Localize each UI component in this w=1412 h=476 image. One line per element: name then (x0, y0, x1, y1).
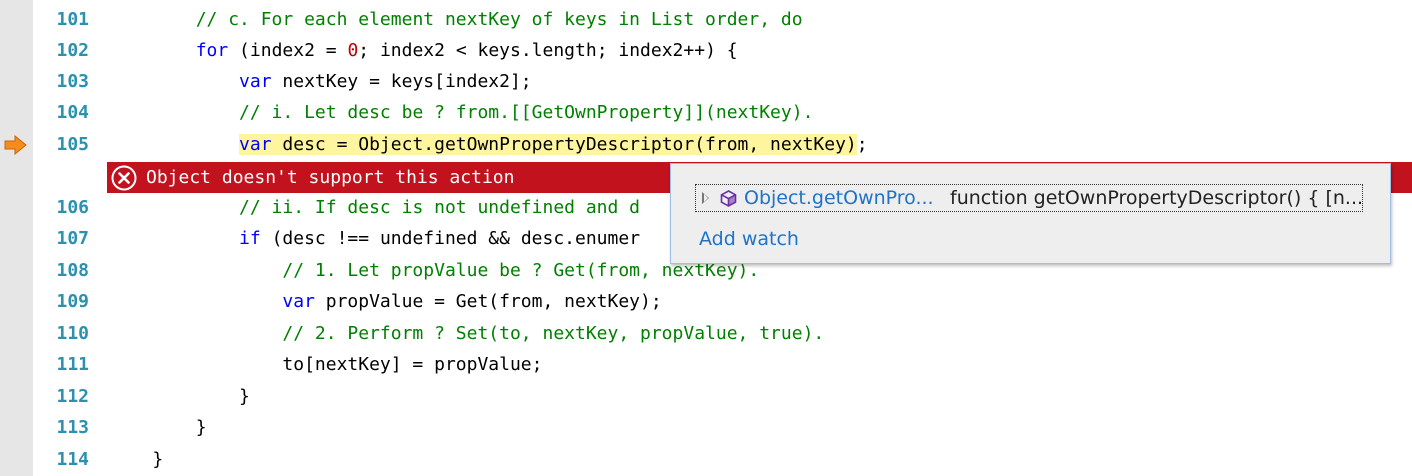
code-line[interactable]: 113 } (0, 412, 1412, 443)
code-token: ; index2 < keys.length; index2++) { (358, 40, 738, 61)
error-circle-icon (111, 165, 137, 191)
code-line[interactable]: 111 to[nextKey] = propValue; (0, 349, 1412, 380)
code-text[interactable]: to[nextKey] = propValue; (109, 349, 542, 380)
code-text[interactable]: // 1. Let propValue be ? Get(from, nextK… (109, 255, 759, 286)
code-text[interactable]: } (109, 444, 163, 475)
code-comment: // 2. Perform ? Set(to, nextKey, propVal… (282, 323, 825, 344)
line-number: 102 (56, 40, 89, 61)
code-comment: // c. For each element nextKey of keys i… (195, 9, 803, 30)
code-text[interactable]: // 2. Perform ? Set(to, nextKey, propVal… (109, 318, 824, 349)
code-token: (desc !== undefined && desc.enumer (260, 228, 641, 249)
code-keyword: for (195, 40, 229, 61)
code-line[interactable]: 104 // i. Let desc be ? from.[[GetOwnPro… (0, 97, 1412, 128)
code-text[interactable]: for (index2 = 0; index2 < keys.length; i… (109, 35, 738, 66)
code-line[interactable]: 102 for (index2 = 0; index2 < keys.lengt… (0, 35, 1412, 66)
code-keyword: if (239, 228, 261, 249)
line-number: 107 (56, 228, 89, 249)
code-line[interactable]: 109 var propValue = Get(from, nextKey); (0, 286, 1412, 317)
line-number: 108 (56, 260, 89, 281)
method-cube-icon (720, 190, 737, 207)
line-number: 104 (56, 102, 89, 123)
code-token: 0 (347, 40, 359, 61)
code-keyword: var (282, 291, 315, 312)
code-text[interactable]: var propValue = Get(from, nextKey); (109, 286, 662, 317)
datatip-popup[interactable]: Object.getOwnPro... function getOwnPrope… (670, 163, 1391, 264)
code-text[interactable]: } (109, 381, 250, 412)
code-line[interactable]: 110 // 2. Perform ? Set(to, nextKey, pro… (0, 318, 1412, 349)
line-number: 109 (56, 291, 89, 312)
line-number: 112 (56, 386, 89, 407)
code-comment: // ii. If desc is not undefined and d (239, 197, 641, 218)
code-token: to[nextKey] = propValue; (282, 354, 543, 375)
code-line[interactable]: 105 var desc = Object.getOwnPropertyDesc… (0, 129, 1412, 160)
code-text[interactable]: // c. For each element nextKey of keys i… (109, 4, 803, 35)
code-line[interactable]: 101 // c. For each element nextKey of ke… (0, 4, 1412, 35)
code-text[interactable]: } (109, 412, 207, 443)
add-watch-link[interactable]: Add watch (699, 226, 799, 252)
code-comment: // i. Let desc be ? from.[[GetOwnPropert… (239, 102, 814, 123)
code-token: desc = Object.getOwnPropertyDescriptor(f… (271, 134, 857, 155)
line-number: 113 (56, 417, 89, 438)
line-number: 106 (56, 197, 89, 218)
code-line[interactable]: 114 } (0, 444, 1412, 475)
code-text[interactable]: // ii. If desc is not undefined and d (109, 192, 640, 223)
code-token: propValue = Get(from, nextKey); (314, 291, 662, 312)
datatip-value: function getOwnPropertyDescriptor() { [n… (950, 187, 1364, 209)
line-number: 114 (56, 449, 89, 470)
code-keyword: var (239, 71, 272, 92)
line-number: 111 (56, 354, 89, 375)
line-number: 101 (56, 9, 89, 30)
code-text[interactable]: // i. Let desc be ? from.[[GetOwnPropert… (109, 97, 813, 128)
code-token: ; (856, 134, 868, 155)
line-number: 103 (56, 71, 89, 92)
code-text[interactable]: var nextKey = keys[index2]; (109, 66, 532, 97)
code-token: } (239, 386, 250, 407)
line-number: 110 (56, 323, 89, 344)
exception-message: Object doesn't support this action (146, 167, 515, 188)
code-token: } (152, 449, 164, 470)
code-token: (index2 = (228, 40, 348, 61)
code-text[interactable]: if (desc !== undefined && desc.enumer (109, 223, 640, 254)
code-line[interactable]: 112 } (0, 381, 1412, 412)
datatip-row[interactable]: Object.getOwnPro... function getOwnPrope… (695, 184, 1363, 212)
code-text[interactable]: var desc = Object.getOwnPropertyDescript… (109, 129, 868, 160)
line-number: 105 (56, 134, 89, 155)
code-token: nextKey = keys[index2]; (271, 71, 532, 92)
datatip-expression[interactable]: Object.getOwnPro... (744, 185, 934, 211)
code-line[interactable]: 103 var nextKey = keys[index2]; (0, 66, 1412, 97)
code-keyword: var (239, 134, 272, 155)
code-token: } (195, 417, 207, 438)
